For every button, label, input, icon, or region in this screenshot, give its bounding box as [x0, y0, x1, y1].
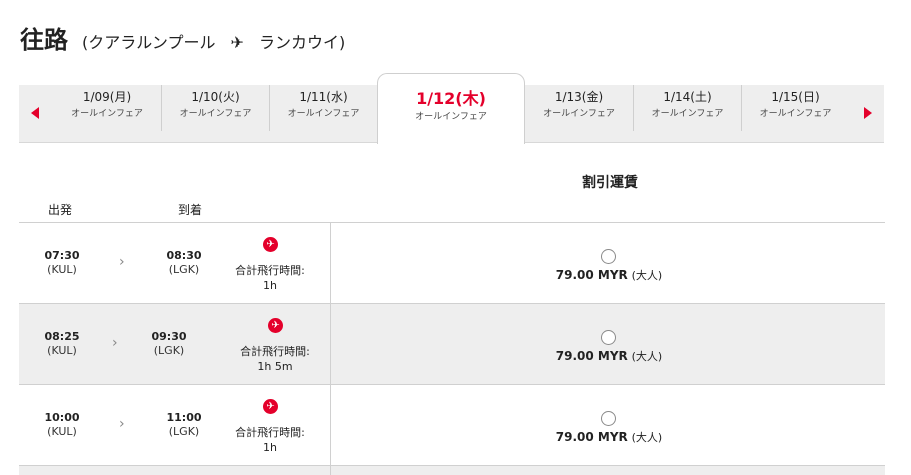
prev-dates-button[interactable]	[27, 103, 45, 123]
plane-icon: ✈	[230, 33, 244, 52]
price-amount: 79.00 MYR	[555, 349, 628, 363]
next-dates-button[interactable]	[858, 103, 876, 123]
date-tab-date: 1/13(金)	[554, 90, 604, 104]
fare-radio[interactable]	[601, 411, 616, 426]
date-selector-bar: 1/09(月) オールインフェア 1/10(火) オールインフェア 1/11(水…	[19, 73, 884, 144]
duration-label: 合計飛行時間:	[235, 426, 305, 439]
duration-value: 1h 5m	[257, 360, 293, 373]
date-tab-0113[interactable]: 1/13(金) オールインフェア	[525, 85, 633, 143]
caret-left-icon	[31, 107, 39, 119]
flight-row: 10:00 (KUL) › 11:00 (LGK) ✈ 合計飛行時間: 1h 7…	[19, 385, 885, 466]
duration-label: 合計飛行時間:	[240, 345, 310, 358]
date-tab-fare: オールインフェア	[71, 109, 143, 119]
departure-cell: 10:00 (KUL)	[32, 411, 92, 438]
arrival-cell: 08:30 (LGK)	[154, 249, 214, 276]
route-destination: ランカウイ)	[259, 33, 346, 52]
departure-airport: (KUL)	[47, 425, 77, 438]
route-origin: (クアラルンプール	[82, 33, 216, 52]
date-tab-0110[interactable]: 1/10(火) オールインフェア	[161, 85, 269, 131]
date-tab-0111[interactable]: 1/11(水) オールインフェア	[269, 85, 377, 131]
date-tab-0109[interactable]: 1/09(月) オールインフェア	[53, 85, 161, 143]
price-amount: 79.00 MYR	[555, 268, 628, 282]
arrival-time: 09:30	[151, 330, 187, 343]
page-title: 往路	[20, 26, 68, 54]
airasia-plane-icon: ✈	[263, 399, 278, 414]
date-tab-fare: オールインフェア	[287, 109, 360, 119]
departure-airport: (KUL)	[47, 344, 77, 357]
fare-class-header: 割引運賃	[582, 175, 638, 191]
departure-airport: (KUL)	[47, 263, 77, 276]
arrival-airport: (LGK)	[168, 425, 200, 438]
flight-duration: 合計飛行時間: 1h 5m	[230, 344, 320, 374]
chevron-right-icon: ›	[119, 254, 125, 270]
airasia-plane-icon: ✈	[268, 318, 283, 333]
page-title-row: 往路 (クアラルンプール ✈ ランカウイ)	[20, 20, 345, 54]
arrival-airport: (LGK)	[168, 263, 200, 276]
arrival-cell: 11:00 (LGK)	[154, 411, 214, 438]
flight-row-partial	[19, 466, 885, 475]
column-divider	[330, 466, 331, 475]
date-tab-date: 1/11(水)	[299, 90, 348, 104]
duration-value: 1h	[263, 279, 277, 292]
column-divider	[330, 385, 331, 466]
duration-value: 1h	[263, 441, 277, 454]
date-tab-0112-selected[interactable]: 1/12(木) オールインフェア	[377, 73, 525, 144]
arrival-time: 08:30	[166, 249, 202, 262]
date-tab-date: 1/10(火)	[191, 90, 240, 104]
airasia-plane-icon: ✈	[263, 237, 278, 252]
departure-cell: 07:30 (KUL)	[32, 249, 92, 276]
fare-price: 79.00 MYR (大人)	[509, 429, 709, 445]
price-pax-type: (大人)	[631, 350, 663, 363]
flight-row: 07:30 (KUL) › 08:30 (LGK) ✈ 合計飛行時間: 1h 7…	[19, 223, 885, 304]
date-tab-fare: オールインフェア	[543, 109, 615, 119]
date-tab-date: 1/14(土)	[663, 90, 712, 104]
arrival-time: 11:00	[166, 411, 202, 424]
chevron-right-icon: ›	[112, 335, 118, 351]
caret-right-icon	[864, 107, 872, 119]
fare-price: 79.00 MYR (大人)	[509, 267, 709, 283]
arrival-airport: (LGK)	[153, 344, 185, 357]
departure-time: 07:30	[44, 249, 80, 262]
price-amount: 79.00 MYR	[555, 430, 628, 444]
depart-column-header: 出発	[48, 203, 73, 217]
duration-label: 合計飛行時間:	[235, 264, 305, 277]
route-label: (クアラルンプール ✈ ランカウイ)	[82, 29, 345, 53]
column-divider	[330, 223, 331, 304]
fare-radio[interactable]	[601, 249, 616, 264]
departure-time: 08:25	[44, 330, 80, 343]
date-tab-date: 1/12(木)	[416, 89, 486, 108]
departure-time: 10:00	[44, 411, 80, 424]
price-pax-type: (大人)	[631, 269, 663, 282]
flight-duration: 合計飛行時間: 1h	[225, 263, 315, 293]
departure-cell: 08:25 (KUL)	[32, 330, 92, 357]
chevron-right-icon: ›	[119, 416, 125, 432]
fare-price: 79.00 MYR (大人)	[509, 348, 709, 364]
arrive-column-header: 到着	[178, 203, 203, 217]
date-tab-fare: オールインフェア	[651, 109, 724, 119]
flight-row: 08:25 (KUL) › 09:30 (LGK) ✈ 合計飛行時間: 1h 5…	[19, 304, 885, 385]
date-tab-0115[interactable]: 1/15(日) オールインフェア	[741, 85, 849, 131]
date-tab-date: 1/09(月)	[82, 90, 132, 104]
arrival-cell: 09:30 (LGK)	[139, 330, 199, 357]
column-divider	[330, 304, 331, 385]
date-tab-fare: オールインフェア	[179, 109, 252, 119]
flight-duration: 合計飛行時間: 1h	[225, 425, 315, 455]
date-tab-date: 1/15(日)	[771, 90, 820, 104]
price-pax-type: (大人)	[631, 431, 663, 444]
date-tab-fare: オールインフェア	[415, 112, 487, 122]
fare-radio[interactable]	[601, 330, 616, 345]
date-tab-fare: オールインフェア	[759, 109, 832, 119]
date-tab-0114[interactable]: 1/14(土) オールインフェア	[633, 85, 741, 131]
